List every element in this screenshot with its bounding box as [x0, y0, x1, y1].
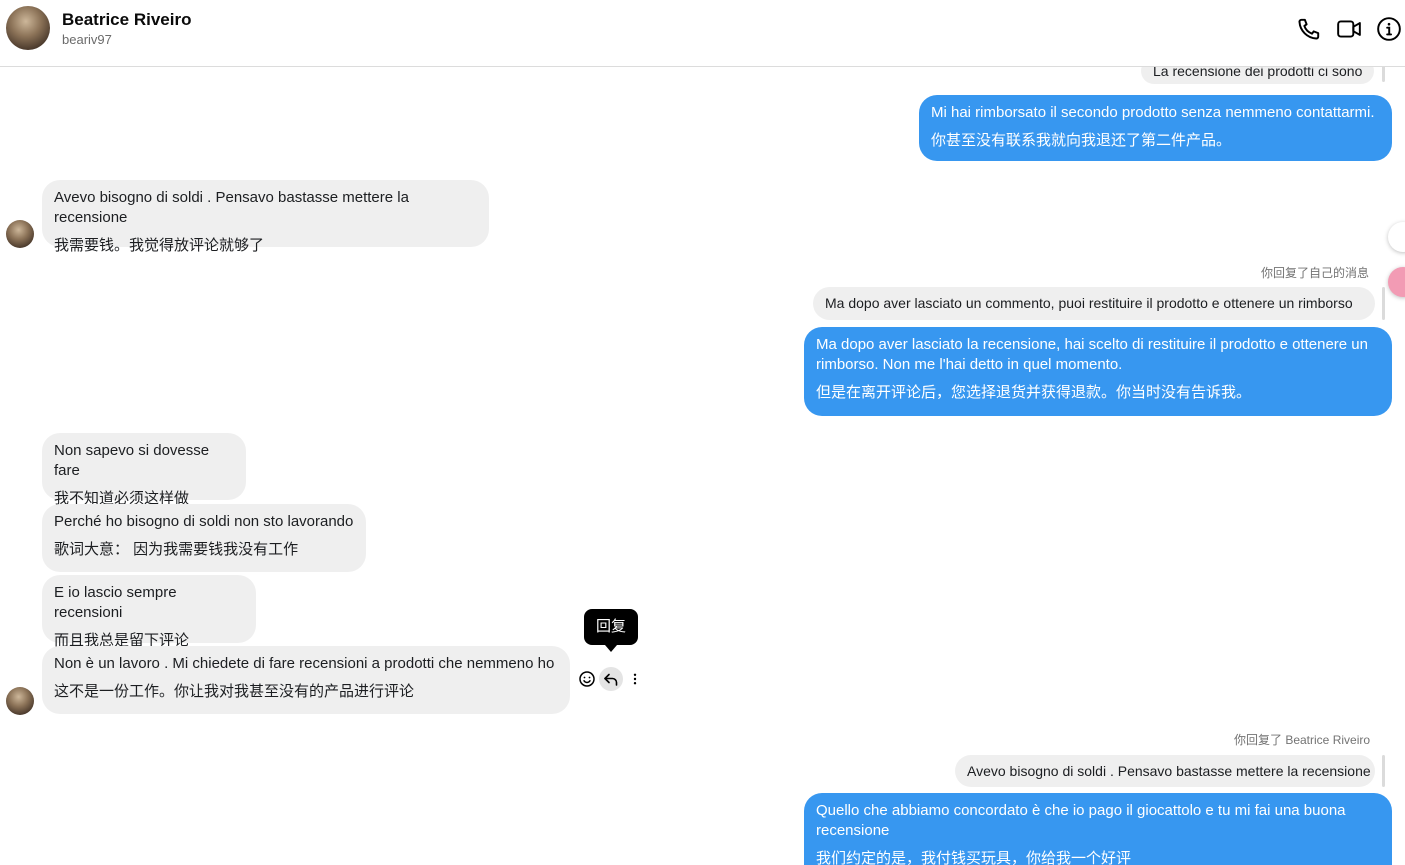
message-text: Ma dopo aver lasciato la recensione, hai… [816, 336, 1368, 373]
info-icon[interactable] [1376, 16, 1402, 42]
message-bubble-incoming[interactable]: Non è un lavoro . Mi chiedete di fare re… [42, 646, 570, 714]
floating-assistant-icon[interactable] [1388, 267, 1405, 297]
message-text: Quello che abbiamo concordato è che io p… [816, 802, 1346, 839]
message-bubble-incoming[interactable]: Avevo bisogno di soldi . Pensavo bastass… [42, 180, 489, 254]
reply-tooltip: 回复 [584, 609, 638, 652]
emoji-react-icon[interactable] [575, 667, 599, 691]
message-translation: 我需要钱。我觉得放评论就够了 [54, 237, 265, 254]
chat-window: Beatrice Riveiro beariv97 La recensione … [0, 0, 1405, 865]
avatar[interactable] [6, 220, 34, 248]
message-bubble-incoming[interactable]: E io lascio sempre recensioni 而且我总是留下评论 [42, 575, 256, 649]
quoted-message[interactable]: Ma dopo aver lasciato un commento, puoi … [813, 287, 1375, 320]
message-bubble-incoming[interactable]: Perché ho bisogno di soldi non sto lavor… [42, 504, 366, 572]
more-options-icon[interactable] [623, 667, 647, 691]
message-translation: 但是在离开评论后，您选择退货并获得退款。你当时没有告诉我。 [816, 384, 1252, 401]
quoted-message[interactable]: Avevo bisogno di soldi . Pensavo bastass… [955, 755, 1375, 787]
quoted-message-text: Avevo bisogno di soldi . Pensavo bastass… [967, 763, 1371, 779]
message-text: Non sapevo si dovesse fare [54, 442, 210, 479]
message-text: Mi hai rimborsato il secondo prodotto se… [931, 104, 1375, 121]
reply-icon[interactable] [599, 667, 623, 691]
message-translation: 歌词大意： 因为我需要钱我没有工作 [54, 541, 299, 558]
qr-code-icon[interactable] [1388, 222, 1405, 252]
reply-note: 你回复了 Beatrice Riveiro [1234, 733, 1371, 747]
avatar[interactable] [6, 6, 50, 50]
contact-name[interactable]: Beatrice Riveiro [62, 10, 191, 30]
contact-username: beariv97 [62, 32, 112, 47]
avatar[interactable] [6, 687, 34, 715]
message-translation: 我们约定的是，我付钱买玩具，你给我一个好评 [816, 850, 1132, 865]
quoted-message-text: Ma dopo aver lasciato un commento, puoi … [825, 295, 1353, 311]
message-bubble-outgoing[interactable]: Quello che abbiamo concordato è che io p… [804, 793, 1392, 865]
reply-note: 你回复了自己的消息 [1261, 266, 1370, 280]
message-text: E io lascio sempre recensioni [54, 584, 177, 621]
message-text: Avevo bisogno di soldi . Pensavo bastass… [54, 189, 409, 226]
quote-bar [1382, 287, 1385, 320]
message-bubble-outgoing[interactable]: Mi hai rimborsato il secondo prodotto se… [919, 95, 1392, 161]
video-camera-icon[interactable] [1336, 16, 1362, 42]
message-text: Perché ho bisogno di soldi non sto lavor… [54, 513, 354, 530]
chat-header: Beatrice Riveiro beariv97 [0, 0, 1405, 67]
message-translation: 你甚至没有联系我就向我退还了第二件产品。 [931, 132, 1232, 149]
message-bubble-incoming[interactable]: Non sapevo si dovesse fare 我不知道必须这样做 [42, 433, 246, 507]
quote-bar [1382, 755, 1385, 787]
message-translation: 这不是一份工作。你让我对我甚至没有的产品进行评论 [54, 683, 415, 700]
message-text: Non è un lavoro . Mi chiedete di fare re… [54, 655, 555, 672]
message-bubble-outgoing[interactable]: Ma dopo aver lasciato la recensione, hai… [804, 327, 1392, 416]
phone-icon[interactable] [1296, 16, 1322, 42]
